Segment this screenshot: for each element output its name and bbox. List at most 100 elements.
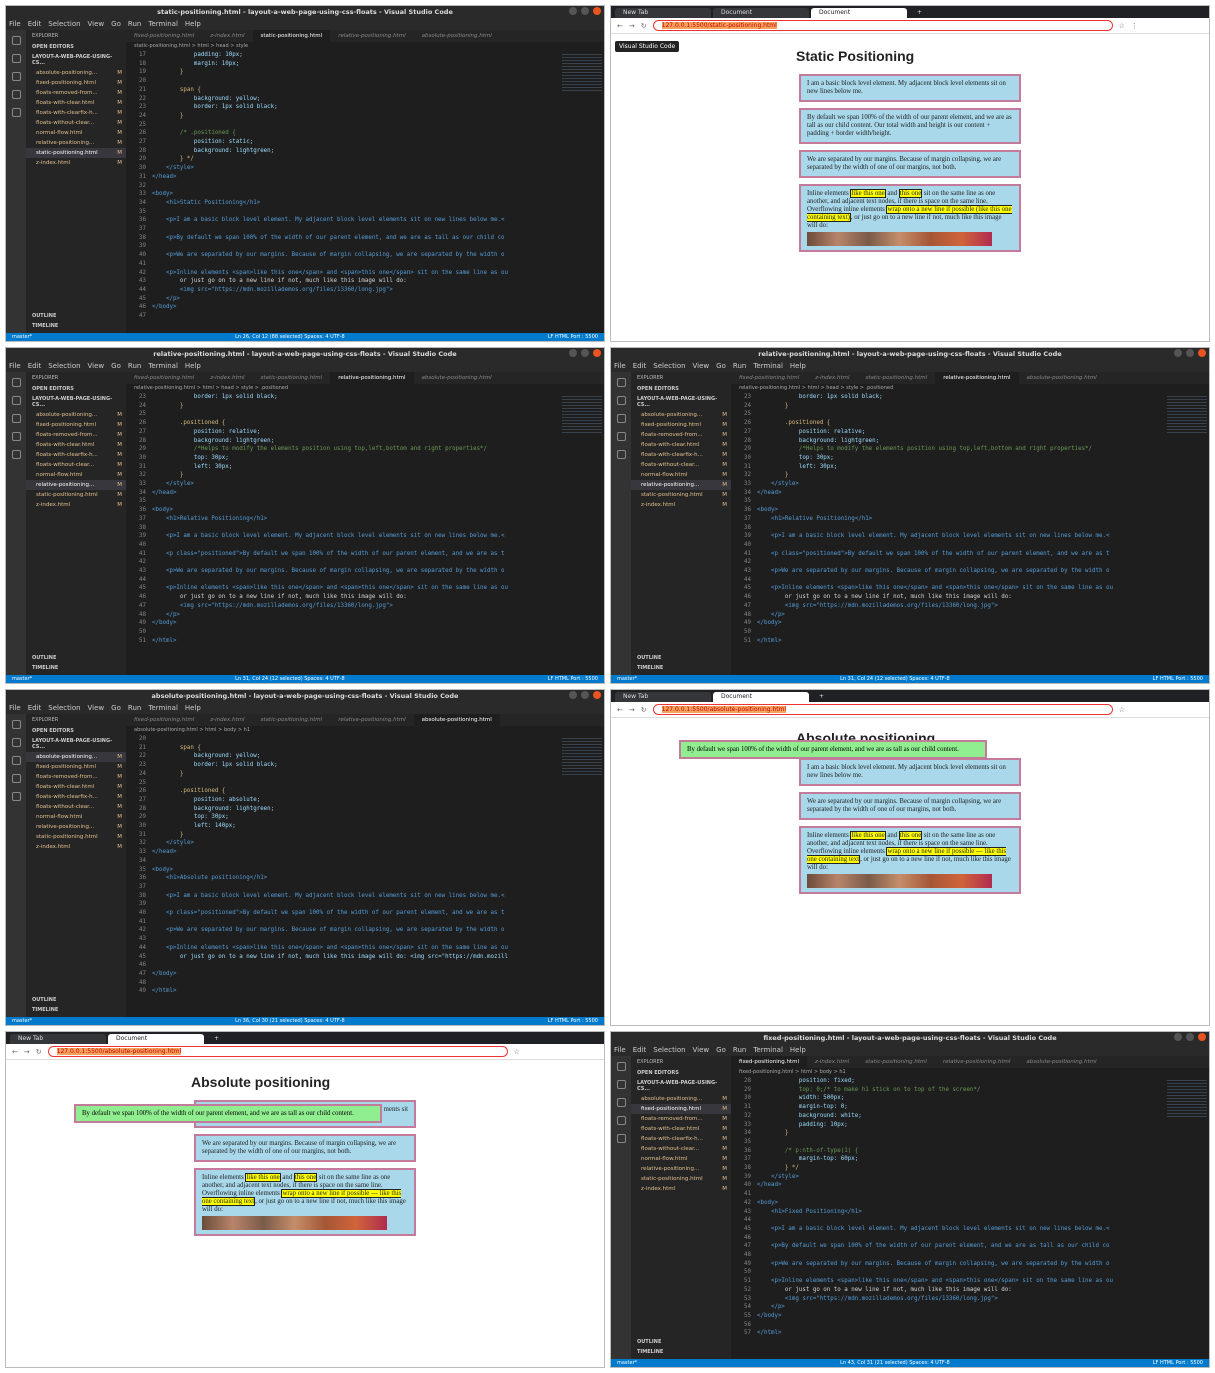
menu-item[interactable]: Terminal	[753, 360, 783, 372]
extensions-icon[interactable]	[11, 450, 21, 459]
extensions-icon[interactable]	[11, 108, 21, 117]
file-item[interactable]: floats-with-clearfix-h... M	[26, 450, 126, 460]
run-debug-icon[interactable]	[616, 432, 626, 441]
file-item[interactable]: floats-removed-from... M	[26, 88, 126, 98]
new-tab-button[interactable]: +	[811, 692, 832, 702]
search-icon[interactable]	[11, 396, 21, 405]
editor-tab[interactable]: fixed-positioning.html	[126, 714, 202, 726]
explorer-icon[interactable]	[11, 378, 21, 387]
file-item[interactable]: absolute-positioning... M	[26, 752, 126, 762]
menu-item[interactable]: View	[88, 702, 105, 714]
file-item[interactable]: floats-with-clearfix-h... M	[26, 108, 126, 118]
file-item[interactable]: floats-without-clear... M	[26, 118, 126, 128]
editor-tab[interactable]: relative-positioning.html	[935, 372, 1019, 384]
code-editor[interactable]: 28 position: fixed; 29 top: 0;/* to make …	[731, 1077, 1209, 1338]
star-icon[interactable]: ☆	[514, 1048, 520, 1056]
timeline-section[interactable]: TIMELINE	[26, 663, 126, 673]
file-item[interactable]: floats-without-clear... M	[26, 460, 126, 470]
file-item[interactable]: static-positioning.html M	[26, 148, 126, 158]
source-control-icon[interactable]	[11, 756, 21, 765]
minimap[interactable]	[562, 736, 602, 776]
file-item[interactable]: fixed-positioning.html M	[631, 1104, 731, 1114]
menu-item[interactable]: Go	[716, 1044, 726, 1056]
file-item[interactable]: relative-positioning... M	[26, 480, 126, 490]
maximize-icon[interactable]	[581, 691, 589, 699]
source-control-icon[interactable]	[616, 414, 626, 423]
file-item[interactable]: static-positioning.html M	[631, 490, 731, 500]
close-icon[interactable]	[593, 349, 601, 357]
explorer-icon[interactable]	[616, 1062, 626, 1071]
minimap[interactable]	[562, 394, 602, 434]
menu-item[interactable]: Terminal	[753, 1044, 783, 1056]
file-item[interactable]: fixed-positioning.html M	[26, 420, 126, 430]
menu-item[interactable]: Help	[185, 360, 201, 372]
menu-item[interactable]: Edit	[28, 360, 42, 372]
url-input[interactable]: 127.0.0.1:5500/absolute-positioning.html	[47, 1046, 508, 1057]
menu-item[interactable]: Help	[790, 360, 806, 372]
maximize-icon[interactable]	[1186, 1033, 1194, 1041]
editor-tab[interactable]: z-index.html	[202, 714, 252, 726]
source-control-icon[interactable]	[616, 1098, 626, 1107]
editor-tab[interactable]: fixed-positioning.html	[731, 372, 807, 384]
menu-item[interactable]: Selection	[48, 360, 80, 372]
status-branch[interactable]: master*	[617, 1359, 637, 1367]
outline-section[interactable]: OUTLINE	[631, 653, 731, 663]
status-branch[interactable]: master*	[12, 333, 32, 341]
search-icon[interactable]	[11, 54, 21, 63]
status-branch[interactable]: master*	[12, 1017, 32, 1025]
menu-item[interactable]: View	[88, 18, 105, 30]
status-cursor[interactable]: Ln 31, Col 24 (12 selected) Spaces: 4 UT…	[840, 675, 950, 683]
open-editors-section[interactable]: OPEN EDITORS	[631, 384, 731, 394]
minimize-icon[interactable]	[569, 691, 577, 699]
menu-item[interactable]: Help	[790, 1044, 806, 1056]
reload-icon[interactable]: ↻	[641, 706, 647, 714]
menu-item[interactable]: File	[9, 702, 21, 714]
file-item[interactable]: relative-positioning... M	[631, 480, 731, 490]
file-item[interactable]: relative-positioning... M	[26, 822, 126, 832]
menu-item[interactable]: Help	[185, 702, 201, 714]
file-item[interactable]: normal-flow.html M	[631, 470, 731, 480]
menu-item[interactable]: Selection	[48, 702, 80, 714]
file-item[interactable]: floats-with-clear.html M	[26, 98, 126, 108]
timeline-section[interactable]: TIMELINE	[26, 1005, 126, 1015]
timeline-section[interactable]: TIMELINE	[26, 321, 126, 331]
project-folder[interactable]: LAYOUT-A-WEB-PAGE-USING-CS...	[631, 394, 731, 410]
editor-tab[interactable]: z-index.html	[202, 30, 252, 42]
forward-icon[interactable]: →	[629, 706, 635, 714]
run-debug-icon[interactable]	[11, 432, 21, 441]
editor-tab[interactable]: z-index.html	[807, 372, 857, 384]
extensions-icon[interactable]: ⋮	[1131, 22, 1138, 30]
project-folder[interactable]: LAYOUT-A-WEB-PAGE-USING-CS...	[631, 1078, 731, 1094]
close-icon[interactable]	[593, 7, 601, 15]
code-editor[interactable]: 23 border: 1px solid black; 24 } 25 26 .pos…	[731, 393, 1209, 645]
menu-item[interactable]: File	[9, 360, 21, 372]
file-item[interactable]: floats-with-clear.html M	[26, 440, 126, 450]
file-item[interactable]: relative-positioning... M	[631, 1164, 731, 1174]
file-item[interactable]: normal-flow.html M	[26, 128, 126, 138]
menu-item[interactable]: File	[9, 18, 21, 30]
menu-item[interactable]: Run	[128, 360, 141, 372]
menu-item[interactable]: Terminal	[148, 18, 178, 30]
open-editors-section[interactable]: OPEN EDITORS	[26, 384, 126, 394]
extensions-icon[interactable]	[616, 1134, 626, 1143]
tab-document[interactable]: Document	[713, 8, 809, 18]
editor-tab[interactable]: z-index.html	[202, 372, 252, 384]
status-cursor[interactable]: Ln 26, Col 12 (88 selected) Spaces: 4 UT…	[235, 333, 345, 341]
status-branch[interactable]: master*	[617, 675, 637, 683]
file-item[interactable]: floats-with-clear.html M	[631, 1124, 731, 1134]
file-item[interactable]: fixed-positioning.html M	[26, 762, 126, 772]
source-control-icon[interactable]	[11, 414, 21, 423]
file-item[interactable]: static-positioning.html M	[631, 1174, 731, 1184]
explorer-icon[interactable]	[11, 720, 21, 729]
editor-tab[interactable]: static-positioning.html	[253, 714, 331, 726]
menu-item[interactable]: Run	[128, 18, 141, 30]
editor-tab[interactable]: relative-positioning.html	[330, 30, 413, 42]
new-tab-button[interactable]: +	[206, 1034, 227, 1044]
menu-item[interactable]: Edit	[28, 18, 42, 30]
minimap[interactable]	[1167, 394, 1207, 434]
source-control-icon[interactable]	[11, 72, 21, 81]
editor-tab[interactable]: static-positioning.html	[857, 1056, 935, 1068]
extensions-icon[interactable]	[616, 450, 626, 459]
file-item[interactable]: z-index.html M	[26, 158, 126, 168]
close-icon[interactable]	[593, 691, 601, 699]
